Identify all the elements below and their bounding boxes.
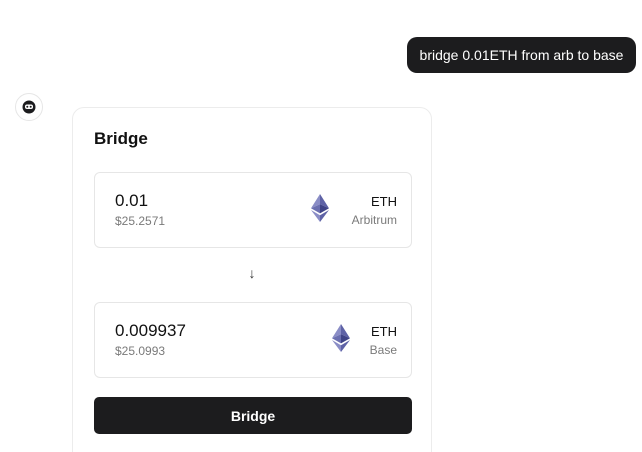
chat-page: bridge 0.01ETH from arb to base Bridge 0…	[0, 0, 642, 452]
from-usd-value: $25.2571	[115, 214, 166, 228]
from-token-symbol: ETH	[371, 194, 397, 209]
from-token-box[interactable]: 0.01 $25.2571 ETH Arbitrum	[94, 172, 412, 248]
bot-face-icon	[22, 100, 36, 114]
ethereum-icon	[311, 194, 329, 222]
user-message-text: bridge 0.01ETH from arb to base	[419, 47, 624, 63]
to-amount: 0.009937	[115, 321, 186, 340]
bridge-card: Bridge 0.01 $25.2571 ETH Arbitrum ↓ 0.00…	[72, 107, 432, 452]
ethereum-icon	[332, 324, 350, 352]
from-chain-name: Arbitrum	[351, 213, 397, 227]
to-chain-name: Base	[369, 343, 397, 357]
arrow-down-icon: ↓	[248, 265, 256, 281]
to-token-box[interactable]: 0.009937 $25.0993 ETH Base	[94, 302, 412, 378]
bridge-button[interactable]: Bridge	[94, 397, 412, 434]
to-token-symbol: ETH	[371, 324, 397, 339]
card-title: Bridge	[94, 129, 148, 148]
user-message-bubble: bridge 0.01ETH from arb to base	[407, 37, 636, 73]
from-amount: 0.01	[115, 191, 149, 210]
bot-avatar	[15, 93, 43, 121]
to-usd-value: $25.0993	[115, 344, 166, 358]
